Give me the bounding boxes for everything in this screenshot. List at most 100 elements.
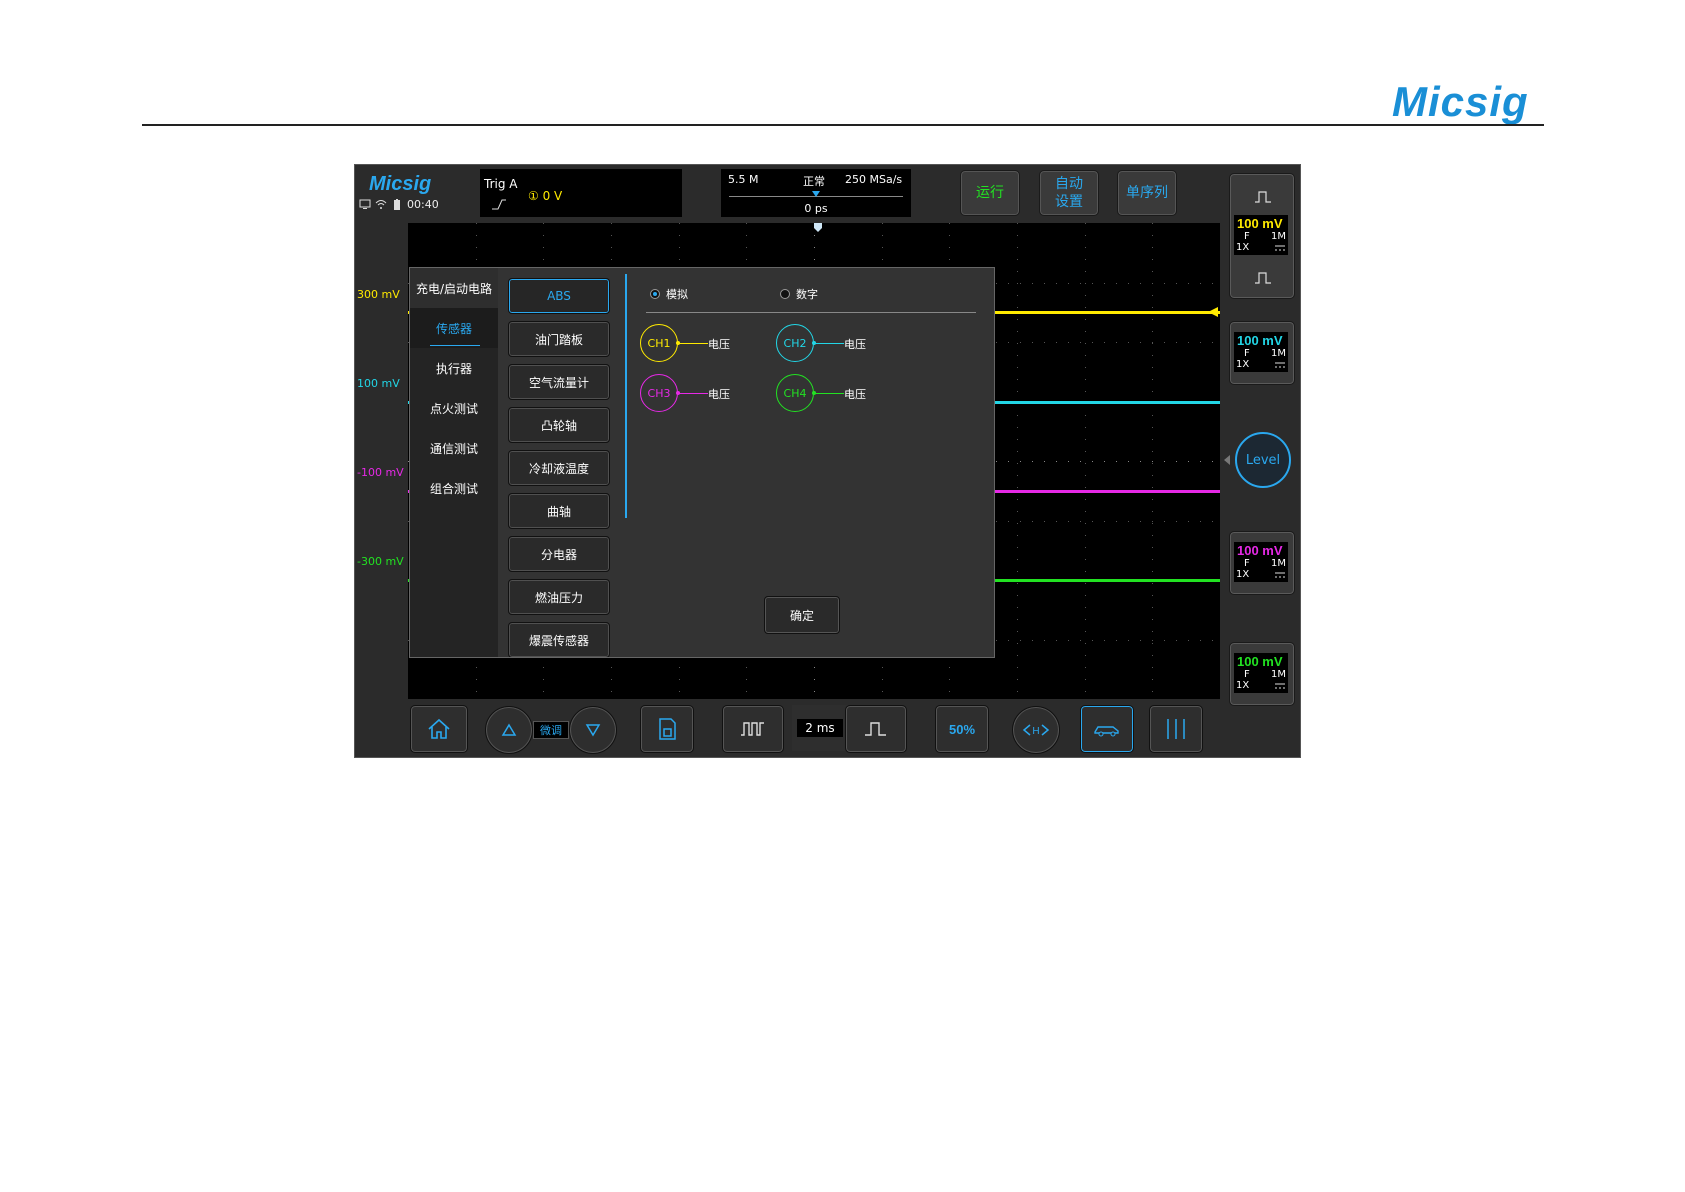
- sensor-button[interactable]: 分电器: [508, 536, 610, 572]
- mode-analog-radio[interactable]: 模拟: [650, 286, 688, 302]
- grid-dot: [949, 235, 950, 236]
- grid-dot: [1176, 461, 1177, 462]
- grid-dot: [1056, 640, 1057, 641]
- grid-dot: [679, 667, 680, 668]
- sensor-button[interactable]: 冷却液温度: [508, 450, 610, 486]
- grid-dot: [1140, 461, 1141, 462]
- sensor-button[interactable]: 爆震传感器: [508, 622, 610, 657]
- category-item[interactable]: 执行器: [410, 348, 498, 388]
- ch1-coupling: F: [1244, 231, 1250, 242]
- ch3-probe: 1X: [1236, 569, 1250, 580]
- category-item[interactable]: 点火测试: [410, 388, 498, 428]
- grid-dot: [1068, 640, 1069, 641]
- grid-dot: [1152, 679, 1153, 680]
- grid-dot: [1017, 343, 1018, 344]
- horizontal-position-button[interactable]: H: [1012, 706, 1060, 754]
- dc-coupling-icon: [1275, 362, 1285, 368]
- grid-dot: [1032, 521, 1033, 522]
- confirm-button[interactable]: 确定: [764, 596, 840, 634]
- ch3-button[interactable]: 100 mV F 1M 1X: [1229, 531, 1295, 595]
- grid-dot: [1188, 640, 1189, 641]
- grid-dot: [1152, 415, 1153, 416]
- mode-divider: [646, 312, 976, 313]
- ch4-button[interactable]: 100 mV F 1M 1X: [1229, 642, 1295, 706]
- sensor-button[interactable]: 凸轮轴: [508, 407, 610, 443]
- grid-dot: [1152, 547, 1153, 548]
- ch2-probe: 1X: [1236, 359, 1250, 370]
- scale-down-button[interactable]: [569, 706, 617, 754]
- grid-dot: [1140, 283, 1141, 284]
- fine-adjust-label[interactable]: 微调: [533, 721, 569, 739]
- grid-dot: [543, 235, 544, 236]
- save-button[interactable]: [640, 705, 694, 753]
- level-knob[interactable]: Level: [1235, 432, 1291, 488]
- mode-analog-label: 模拟: [666, 288, 688, 301]
- trigger-info[interactable]: Trig A ① 0 V: [480, 169, 682, 217]
- timebase-wider-button[interactable]: [722, 705, 784, 753]
- grid-dot: [1008, 521, 1009, 522]
- sensor-button[interactable]: ABS: [508, 278, 610, 314]
- channel-node-ch1[interactable]: CH1: [640, 324, 678, 362]
- volt-label-ch4: -300 mV: [357, 555, 404, 568]
- grid-dot: [1104, 461, 1105, 462]
- grid-dot: [1104, 283, 1105, 284]
- timebase-display[interactable]: 2 ms: [792, 705, 848, 751]
- grid-dot: [1164, 283, 1165, 284]
- grid-dot: [1152, 451, 1153, 452]
- grid-dot: [1056, 283, 1057, 284]
- category-item[interactable]: 通信测试: [410, 428, 498, 468]
- grid-dot: [476, 223, 477, 224]
- sensor-list-scrollbar[interactable]: [625, 274, 627, 518]
- category-item[interactable]: 传感器: [410, 308, 498, 348]
- auto-setup-button[interactable]: 自动 设置: [1039, 170, 1099, 216]
- grid-dot: [1152, 391, 1153, 392]
- clock: 00:40: [407, 197, 439, 211]
- grid-dot: [1152, 461, 1153, 462]
- acquisition-info[interactable]: 5.5 M 正常 250 MSa/s 0 ps: [721, 169, 911, 217]
- run-button[interactable]: 运行: [960, 170, 1020, 216]
- grid-dot: [1056, 342, 1057, 343]
- grid-dot: [1152, 343, 1153, 344]
- sensor-button[interactable]: 曲轴: [508, 493, 610, 529]
- scale-up-button[interactable]: [485, 706, 533, 754]
- channel-node-ch4[interactable]: CH4: [776, 374, 814, 412]
- fifty-percent-button[interactable]: 50%: [935, 705, 989, 753]
- ch2-button[interactable]: 100 mV F 1M 1X: [1229, 321, 1295, 385]
- grid-dot: [1017, 235, 1018, 236]
- sensor-button[interactable]: 燃油压力: [508, 579, 610, 615]
- pulse-icon: [1255, 191, 1271, 203]
- cursor-button[interactable]: [1149, 705, 1203, 753]
- grid-dot: [1152, 655, 1153, 656]
- sensor-button[interactable]: 空气流量计: [508, 364, 610, 400]
- ch1-scale: 100 mV: [1237, 216, 1283, 231]
- grid-dot: [1085, 463, 1086, 464]
- grid-dot: [1152, 475, 1153, 476]
- category-item[interactable]: 组合测试: [410, 468, 498, 508]
- trigger-level: ① 0 V: [528, 189, 563, 203]
- channel-node-ch3[interactable]: CH3: [640, 374, 678, 412]
- grid-dot: [1085, 259, 1086, 260]
- single-sequence-button[interactable]: 单序列: [1117, 170, 1177, 216]
- ch3-panel: 100 mV F 1M 1X: [1234, 542, 1288, 582]
- ch1-button[interactable]: 100 mV F 1M 1X: [1229, 173, 1295, 299]
- category-label: 组合测试: [429, 481, 478, 496]
- grid-dot: [1017, 283, 1018, 284]
- sensor-button[interactable]: 油门踏板: [508, 321, 610, 357]
- channel-node-ch2[interactable]: CH2: [776, 324, 814, 362]
- screen-icon: [359, 199, 371, 209]
- svg-text:H: H: [1032, 726, 1039, 737]
- grid-dot: [1092, 461, 1093, 462]
- grid-dot: [1085, 487, 1086, 488]
- grid-dot: [1080, 640, 1081, 641]
- grid-dot: [1152, 499, 1153, 500]
- acquisition-mode: 正常: [803, 175, 825, 188]
- home-button[interactable]: [410, 705, 468, 753]
- grid-dot: [1085, 283, 1086, 284]
- mode-digital-radio[interactable]: 数字: [780, 286, 818, 302]
- timebase-narrower-button[interactable]: [845, 705, 907, 753]
- grid-dot: [949, 667, 950, 668]
- ch1-impedance: 1M: [1271, 231, 1286, 242]
- auto-test-button[interactable]: [1080, 705, 1134, 753]
- grid-dot: [1092, 640, 1093, 641]
- category-item[interactable]: 充电/启动电路: [410, 268, 498, 308]
